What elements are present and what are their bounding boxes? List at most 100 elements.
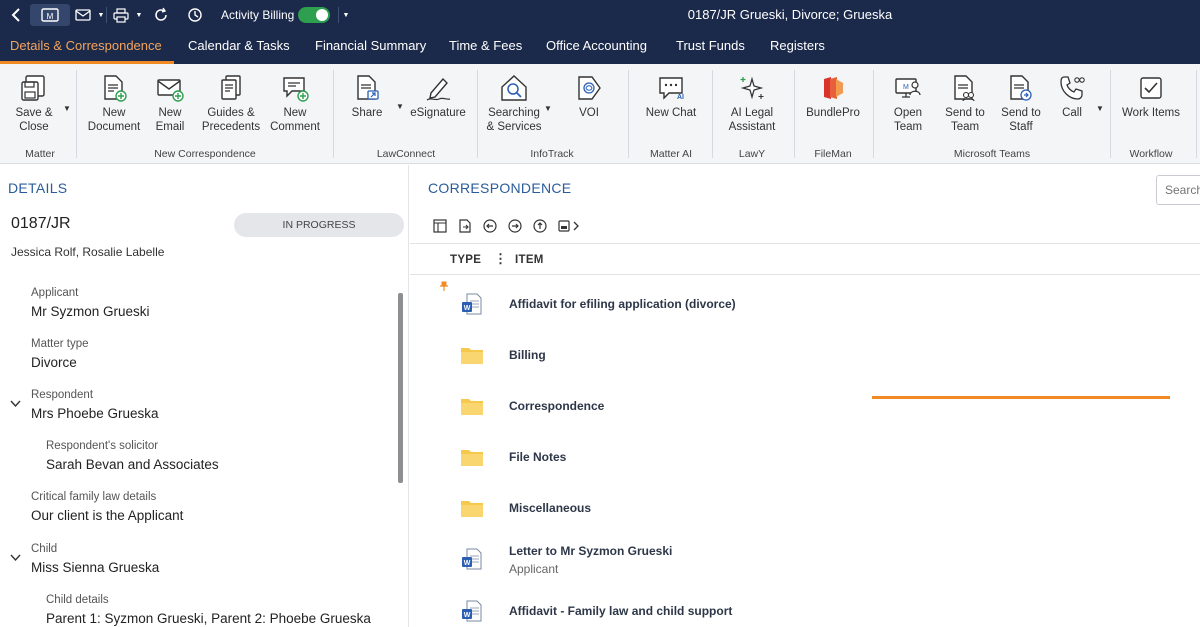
word-document-icon: W bbox=[462, 293, 482, 315]
tab-registers[interactable]: Registers bbox=[770, 30, 825, 64]
field-label: Child details bbox=[46, 594, 109, 606]
navigate-forward-icon[interactable] bbox=[507, 218, 523, 234]
matter-app-icon[interactable]: M bbox=[30, 4, 70, 26]
column-header-item[interactable]: ITEM bbox=[515, 254, 544, 266]
navigate-up-icon[interactable] bbox=[532, 218, 548, 234]
correspondence-row[interactable]: File Notes bbox=[410, 432, 1200, 482]
group-label-matter: Matter bbox=[25, 148, 55, 160]
send-staff-icon bbox=[994, 70, 1048, 106]
searching-dropdown-icon[interactable]: ▼ bbox=[544, 104, 552, 113]
searching-services-icon bbox=[482, 70, 546, 106]
details-scrollbar[interactable] bbox=[398, 293, 403, 483]
new-document-button[interactable]: New Document bbox=[84, 70, 144, 134]
new-email-button[interactable]: New Email bbox=[147, 70, 193, 134]
send-to-team-button[interactable]: Send to Team bbox=[938, 70, 992, 134]
correspondence-item-name: File Notes bbox=[509, 450, 567, 464]
tab-time-fees[interactable]: Time & Fees bbox=[449, 30, 522, 64]
save-close-dropdown-icon[interactable]: ▼ bbox=[63, 104, 71, 113]
back-icon[interactable] bbox=[8, 4, 24, 26]
guides-precedents-button[interactable]: Guides & Precedents bbox=[198, 70, 264, 134]
field-matter-type[interactable]: Matter type Divorce bbox=[31, 338, 89, 370]
correspondence-item-name: Affidavit - Family law and child support bbox=[509, 604, 733, 618]
tab-office-accounting[interactable]: Office Accounting bbox=[546, 30, 647, 64]
tab-calendar-tasks[interactable]: Calendar & Tasks bbox=[188, 30, 290, 64]
quick-access-dropdown-icon[interactable]: ▼ bbox=[341, 4, 351, 26]
field-respondents-solicitor[interactable]: Respondent's solicitor Sarah Bevan and A… bbox=[46, 440, 219, 472]
column-options-icon[interactable]: ⋮ bbox=[494, 251, 507, 267]
field-label: Child bbox=[31, 543, 58, 555]
activity-timer-icon[interactable] bbox=[184, 4, 206, 26]
group-label-microsoft-teams: Microsoft Teams bbox=[953, 148, 1031, 160]
search-input[interactable] bbox=[1157, 176, 1200, 204]
export-document-icon[interactable] bbox=[457, 218, 473, 234]
call-label: Call bbox=[1062, 107, 1082, 119]
share-dropdown-icon[interactable]: ▼ bbox=[396, 102, 404, 111]
mail-dropdown-icon[interactable]: ▼ bbox=[96, 4, 106, 26]
share-button[interactable]: Share bbox=[342, 70, 392, 120]
new-comment-button[interactable]: New Comment bbox=[266, 70, 324, 134]
details-heading: DETAILS bbox=[8, 180, 68, 196]
field-label: Respondent bbox=[31, 389, 94, 401]
esignature-button[interactable]: eSignature bbox=[406, 70, 470, 120]
correspondence-pane: CORRESPONDENCE TYPE ⋮ ITEM W Affid bbox=[410, 165, 1200, 627]
work-items-button[interactable]: Work Items bbox=[1118, 70, 1184, 120]
activity-billing-toggle[interactable] bbox=[298, 7, 330, 23]
group-label-infotrack: InfoTrack bbox=[530, 148, 574, 160]
new-chat-button[interactable]: AI New Chat bbox=[638, 70, 704, 120]
open-team-button[interactable]: M Open Team bbox=[882, 70, 934, 134]
pane-divider[interactable] bbox=[408, 165, 409, 627]
respondent-collapse-chevron-icon[interactable] bbox=[10, 399, 21, 411]
esignature-icon bbox=[406, 70, 470, 106]
window-title: 0187/JR Grueski, Divorce; Grueska bbox=[687, 7, 893, 22]
correspondence-item-name: Letter to Mr Syzmon Grueski bbox=[509, 544, 673, 558]
new-document-label: New Document bbox=[87, 107, 141, 133]
status-badge[interactable]: IN PROGRESS bbox=[234, 213, 404, 237]
main-tab-bar: Details & Correspondence Calendar & Task… bbox=[0, 30, 1200, 64]
preview-pane-icon[interactable] bbox=[432, 218, 448, 234]
correspondence-row[interactable]: W Letter to Mr Syzmon Grueski Applicant bbox=[410, 534, 1200, 584]
navigate-back-icon[interactable] bbox=[482, 218, 498, 234]
correspondence-row[interactable]: W Affidavit for efiling application (div… bbox=[410, 279, 1200, 329]
child-collapse-chevron-icon[interactable] bbox=[10, 553, 21, 565]
searching-services-button[interactable]: Searching & Services bbox=[482, 70, 546, 134]
field-respondent[interactable]: Respondent Mrs Phoebe Grueska bbox=[31, 389, 159, 421]
searching-services-label: Searching & Services bbox=[486, 107, 542, 133]
new-chat-label: New Chat bbox=[645, 107, 697, 119]
drag-indicator-line bbox=[872, 396, 1170, 399]
correspondence-row[interactable]: Billing bbox=[410, 330, 1200, 380]
field-critical-family-law-details[interactable]: Critical family law details Our client i… bbox=[31, 491, 183, 523]
tab-details-correspondence[interactable]: Details & Correspondence bbox=[10, 30, 162, 64]
send-to-staff-button[interactable]: Send to Staff bbox=[994, 70, 1048, 134]
save-close-button[interactable]: Save & Close bbox=[8, 70, 60, 134]
field-applicant[interactable]: Applicant Mr Syzmon Grueski bbox=[31, 287, 150, 319]
bundlepro-button[interactable]: BundlePro bbox=[800, 70, 866, 120]
share-icon bbox=[342, 70, 392, 106]
drive-location-icon[interactable] bbox=[557, 218, 583, 234]
save-close-label: Save & Close bbox=[15, 107, 53, 133]
tab-trust-funds[interactable]: Trust Funds bbox=[676, 30, 745, 64]
ai-legal-assistant-button[interactable]: AI Legal Assistant bbox=[720, 70, 784, 134]
correspondence-row[interactable]: Correspondence bbox=[410, 381, 1200, 431]
voi-button[interactable]: VOI bbox=[560, 70, 618, 120]
correspondence-row[interactable]: Miscellaneous bbox=[410, 483, 1200, 533]
field-child-details[interactable]: Child details Parent 1: Syzmon Grueski, … bbox=[46, 594, 371, 626]
field-value: Sarah Bevan and Associates bbox=[46, 457, 219, 472]
new-email-label: New Email bbox=[155, 107, 185, 133]
column-header-type[interactable]: TYPE bbox=[450, 254, 481, 266]
correspondence-item-name: Billing bbox=[509, 348, 546, 362]
bundlepro-label: BundlePro bbox=[806, 107, 860, 119]
print-dropdown-icon[interactable]: ▼ bbox=[134, 4, 144, 26]
call-dropdown-icon[interactable]: ▼ bbox=[1096, 104, 1104, 113]
send-to-team-label: Send to Team bbox=[945, 107, 985, 133]
field-child[interactable]: Child Miss Sienna Grueska bbox=[31, 543, 159, 575]
voi-label: VOI bbox=[579, 107, 599, 119]
refresh-icon[interactable] bbox=[150, 4, 172, 26]
tab-financial-summary[interactable]: Financial Summary bbox=[315, 30, 426, 64]
guides-icon bbox=[198, 70, 264, 106]
correspondence-row[interactable]: W Affidavit - Family law and child suppo… bbox=[410, 586, 1200, 627]
mail-icon[interactable] bbox=[72, 4, 94, 26]
search-box[interactable] bbox=[1156, 175, 1200, 205]
call-button[interactable]: Call bbox=[1050, 70, 1094, 120]
field-value: Mr Syzmon Grueski bbox=[31, 304, 150, 319]
print-icon[interactable] bbox=[110, 4, 132, 26]
